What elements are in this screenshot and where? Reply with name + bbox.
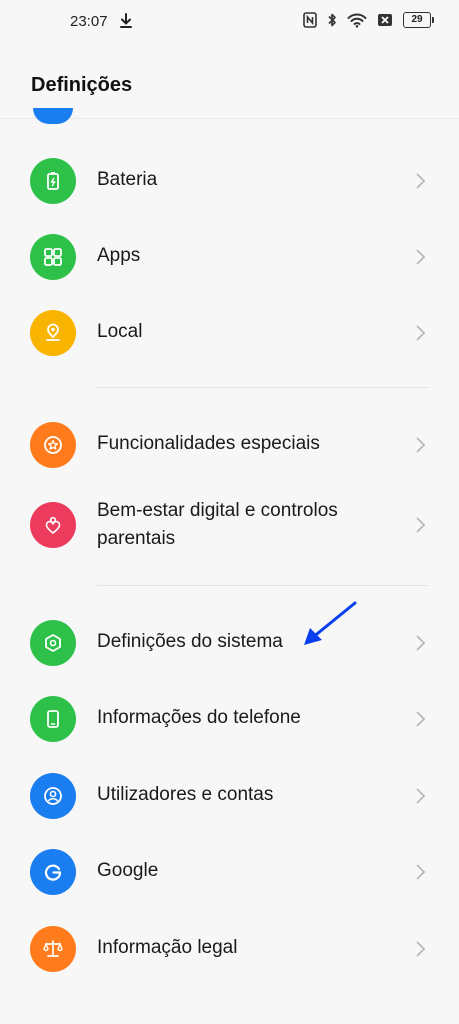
nfc-icon bbox=[303, 12, 317, 28]
annotation-arrow-icon bbox=[304, 601, 357, 645]
chevron-right-icon bbox=[416, 711, 426, 727]
status-time: 23:07 bbox=[70, 13, 108, 30]
hexagon-icon bbox=[30, 620, 76, 666]
settings-item-label: Utilizadores e contas bbox=[97, 784, 274, 805]
settings-item-label: Bateria bbox=[97, 169, 158, 190]
settings-item-label: Informação legal bbox=[97, 937, 238, 958]
settings-item-label: Bem-estar digital e controlos bbox=[97, 500, 338, 521]
status-bar: 23:07 29 bbox=[0, 0, 459, 44]
settings-item-label-line2: parentais bbox=[97, 528, 176, 549]
settings-item-label: Google bbox=[97, 860, 159, 881]
settings-item-google[interactable]: Google bbox=[0, 841, 459, 903]
settings-item-apps[interactable]: Apps bbox=[0, 226, 459, 288]
heart-person-icon bbox=[30, 502, 76, 548]
chevron-right-icon bbox=[416, 325, 426, 341]
settings-item-label: Apps bbox=[97, 245, 141, 266]
section-divider bbox=[97, 585, 429, 586]
bluetooth-icon bbox=[328, 13, 336, 27]
chevron-right-icon bbox=[416, 173, 426, 189]
download-icon bbox=[120, 13, 132, 28]
location-pin-icon bbox=[30, 310, 76, 356]
chevron-right-icon bbox=[416, 635, 426, 651]
star-circle-icon bbox=[30, 422, 76, 468]
chevron-right-icon bbox=[416, 437, 426, 453]
settings-item-phone-info[interactable]: Informações do telefone bbox=[0, 688, 459, 750]
settings-item-legal-info[interactable]: Informação legal bbox=[0, 918, 459, 980]
user-icon bbox=[30, 773, 76, 819]
chevron-right-icon bbox=[416, 517, 426, 533]
chevron-right-icon bbox=[416, 249, 426, 265]
scales-icon bbox=[30, 926, 76, 972]
chevron-right-icon bbox=[416, 941, 426, 957]
page-title: Definições bbox=[31, 74, 133, 96]
settings-item-location[interactable]: Local bbox=[0, 302, 459, 364]
battery-indicator: 29 bbox=[403, 12, 434, 28]
settings-item-label: Informações do telefone bbox=[97, 707, 301, 728]
chevron-right-icon bbox=[416, 864, 426, 880]
settings-item-digital-wellbeing[interactable]: Bem-estar digital e controlos parentais bbox=[0, 492, 459, 558]
settings-item-label: Definições do sistema bbox=[97, 631, 283, 652]
wifi-icon bbox=[347, 13, 367, 28]
google-g-icon bbox=[30, 849, 76, 895]
partially-hidden-icon bbox=[33, 108, 73, 124]
settings-item-label: Local bbox=[97, 321, 143, 342]
section-divider bbox=[97, 387, 429, 388]
status-icons: 29 bbox=[303, 12, 434, 28]
settings-item-system-settings[interactable]: Definições do sistema bbox=[0, 612, 459, 674]
settings-item-users-accounts[interactable]: Utilizadores e contas bbox=[0, 765, 459, 827]
no-sim-icon bbox=[378, 14, 392, 26]
apps-grid-icon bbox=[30, 234, 76, 280]
chevron-right-icon bbox=[416, 788, 426, 804]
settings-item-battery[interactable]: Bateria bbox=[0, 150, 459, 212]
battery-icon bbox=[30, 158, 76, 204]
settings-item-special-features[interactable]: Funcionalidades especiais bbox=[0, 414, 459, 476]
phone-icon bbox=[30, 696, 76, 742]
settings-item-label: Funcionalidades especiais bbox=[97, 433, 320, 454]
